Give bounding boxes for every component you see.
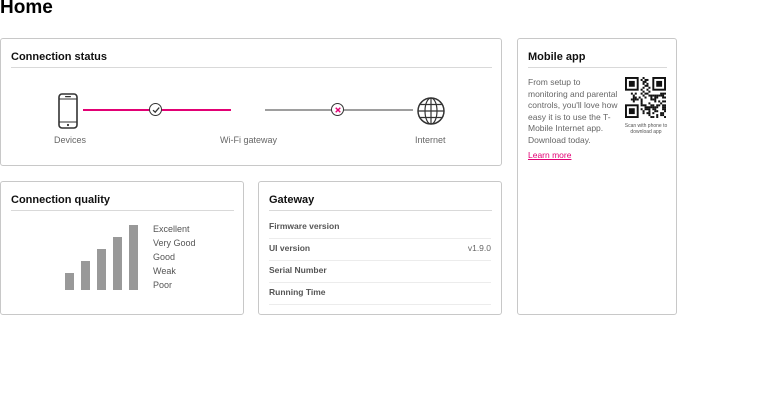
signal-bar [129,225,138,290]
connection-quality-card: Connection quality Excellent Very Good G… [0,181,244,315]
gateway-label: Wi-Fi gateway [220,135,278,145]
signal-bar [81,261,90,290]
connection-status-card: Connection status Devices Wi-Fi gateway … [0,38,502,166]
gateway-row-running-time: Running Time [269,282,491,305]
qr-caption: Scan with phone to download app [624,123,668,135]
gateway-row-serial: Serial Number [269,260,491,283]
gateway-row-label: Firmware version [269,221,340,231]
gateway-row-firmware: Firmware version [269,216,491,239]
globe-icon [417,97,445,125]
card-title: Connection quality [11,194,110,206]
quality-level-excellent: Excellent [153,224,190,234]
app-description: From setup to monitoring and parental co… [528,77,618,145]
gateway-row-label: Serial Number [269,265,327,275]
x-icon [331,103,344,116]
quality-level-good: Good [153,252,176,262]
quality-level-very-good: Very Good [153,238,196,248]
devices-label: Devices [54,135,87,145]
card-title: Gateway [269,194,315,206]
divider [11,67,492,68]
internet-label: Internet [415,135,446,145]
card-title: Mobile app [528,51,586,63]
gateway-row-label: Running Time [269,287,326,297]
learn-more-link[interactable]: Learn more [528,150,571,160]
divider [269,210,492,211]
page-title: Home [0,0,53,18]
gateway-row-ui-version: UI version v1.9.0 [269,238,491,261]
phone-icon [58,93,78,129]
divider [11,210,234,211]
gateway-row-value: v1.9.0 [467,243,491,253]
check-icon [149,103,162,116]
signal-bar [113,237,122,290]
signal-bar [65,273,74,290]
mobile-app-card: Mobile app From setup to monitoring and … [517,38,677,315]
qr-code-icon [625,77,666,118]
card-title: Connection status [11,51,107,63]
signal-bar [97,249,106,290]
gateway-row-label: UI version [269,243,311,253]
divider [528,67,667,68]
quality-level-poor: Poor [153,280,173,290]
gateway-card: Gateway Firmware version UI version v1.9… [258,181,502,315]
quality-level-weak: Weak [153,266,176,276]
